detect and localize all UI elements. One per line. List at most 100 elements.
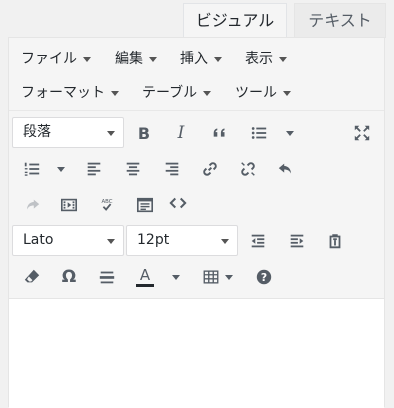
link-icon: [203, 162, 217, 176]
table-icon: [203, 270, 219, 284]
numbered-list-button[interactable]: [18, 155, 46, 183]
menu-file[interactable]: ファイル: [21, 47, 91, 71]
bold-button[interactable]: B: [130, 119, 158, 147]
remove-link-button[interactable]: [234, 155, 262, 183]
toolbar: 段落 B I ABC Lato 12pt Ω A ?: [9, 111, 384, 299]
menu-format[interactable]: フォーマット: [21, 81, 119, 105]
block-format-value: 段落: [23, 124, 51, 140]
special-character-button[interactable]: Ω: [55, 263, 83, 291]
chevron-down-icon: [214, 56, 222, 62]
help-button[interactable]: ?: [250, 263, 278, 291]
tab-visual[interactable]: ビジュアル: [183, 3, 287, 38]
paste-text-icon: [329, 234, 341, 249]
code-icon: [169, 197, 187, 209]
chevron-down-icon: [107, 239, 115, 244]
indent-button[interactable]: [283, 227, 311, 255]
menu-file-label: ファイル: [21, 51, 77, 67]
align-center-icon: [126, 162, 140, 176]
outdent-button[interactable]: [244, 227, 272, 255]
menu-bar: ファイル 編集 挿入 表示 フォーマット テーブル ツール: [9, 38, 384, 111]
fullscreen-button[interactable]: [348, 119, 376, 147]
text-color-swatch: [136, 283, 154, 287]
menu-edit[interactable]: 編集: [115, 47, 157, 71]
chevron-down-icon: [203, 90, 212, 96]
bold-icon: B: [137, 123, 151, 143]
help-icon: ?: [256, 269, 272, 285]
menu-tools-label: ツール: [235, 85, 277, 101]
menu-table[interactable]: テーブル: [142, 81, 212, 105]
menu-view-label: 表示: [245, 51, 273, 67]
redo-icon: [27, 199, 40, 210]
media-icon: [60, 198, 78, 212]
bullet-list-icon: [251, 127, 267, 139]
chevron-down-icon: [283, 90, 291, 96]
editor-content-area[interactable]: [9, 299, 384, 408]
menu-tools[interactable]: ツール: [235, 81, 291, 105]
chevron-down-icon: [57, 166, 65, 172]
font-size-select[interactable]: 12pt: [126, 225, 238, 256]
menu-format-label: フォーマット: [21, 85, 105, 101]
insert-link-button[interactable]: [196, 155, 224, 183]
toolbar-toggle-icon: [136, 197, 154, 213]
align-center-button[interactable]: [119, 155, 147, 183]
spellcheck-label: ABC: [101, 199, 112, 205]
chevron-down-icon: [83, 56, 91, 62]
fullscreen-icon: [354, 125, 370, 141]
italic-icon: I: [177, 123, 185, 143]
chevron-down-icon: [225, 274, 233, 280]
chevron-down-icon: [279, 56, 287, 62]
omega-icon: Ω: [61, 267, 77, 287]
align-left-icon: [87, 162, 101, 176]
text-color-letter: A: [139, 265, 151, 284]
chevron-down-icon: [286, 130, 294, 136]
menu-insert-label: 挿入: [180, 51, 208, 67]
text-color-button[interactable]: A: [131, 263, 159, 291]
align-right-button[interactable]: [158, 155, 186, 183]
horizontal-line-button[interactable]: [93, 263, 121, 291]
align-left-button[interactable]: [80, 155, 108, 183]
chevron-down-icon: [149, 56, 157, 62]
svg-text:?: ?: [261, 271, 267, 284]
chevron-down-icon: [221, 239, 229, 244]
italic-button[interactable]: I: [167, 119, 195, 147]
redo-button[interactable]: [18, 191, 46, 219]
chevron-down-icon: [111, 90, 119, 96]
bullet-list-dropdown[interactable]: [283, 119, 297, 147]
font-family-select[interactable]: Lato: [12, 225, 124, 256]
paste-text-button[interactable]: [321, 227, 349, 255]
outdent-icon: [251, 234, 265, 248]
source-code-button[interactable]: [164, 189, 192, 217]
align-right-icon: [165, 162, 179, 176]
bullet-list-button[interactable]: [245, 119, 273, 147]
spellcheck-icon: ABC: [101, 199, 113, 211]
numbered-list-dropdown[interactable]: [54, 155, 68, 183]
menu-edit-label: 編集: [115, 51, 143, 67]
clear-formatting-button[interactable]: [18, 263, 46, 291]
table-button[interactable]: [197, 263, 225, 291]
spellcheck-button[interactable]: ABC: [93, 191, 121, 219]
font-family-value: Lato: [23, 232, 54, 248]
undo-button[interactable]: [272, 155, 300, 183]
chevron-down-icon: [107, 131, 115, 136]
text-color-icon: A: [136, 265, 154, 287]
block-format-select[interactable]: 段落: [12, 117, 124, 148]
menu-table-label: テーブル: [142, 85, 198, 101]
clear-format-icon: [24, 269, 40, 283]
toolbar-toggle-button[interactable]: [131, 191, 159, 219]
numbered-list-icon: [24, 162, 40, 176]
menu-view[interactable]: 表示: [245, 47, 287, 71]
blockquote-button[interactable]: [206, 119, 234, 147]
chevron-down-icon: [172, 274, 180, 280]
text-color-dropdown[interactable]: [169, 263, 183, 291]
undo-icon: [278, 163, 291, 174]
table-dropdown[interactable]: [222, 263, 236, 291]
menu-insert[interactable]: 挿入: [180, 47, 222, 71]
font-size-value: 12pt: [137, 232, 170, 248]
insert-media-button[interactable]: [55, 191, 83, 219]
blockquote-icon: [213, 128, 225, 137]
indent-icon: [290, 234, 304, 248]
hr-icon: [99, 271, 115, 284]
tab-text[interactable]: テキスト: [294, 3, 386, 38]
editor-container: ファイル 編集 挿入 表示 フォーマット テーブル ツール 段落 B I ABC…: [8, 37, 385, 408]
editor-tabs: ビジュアル テキスト: [0, 0, 394, 38]
